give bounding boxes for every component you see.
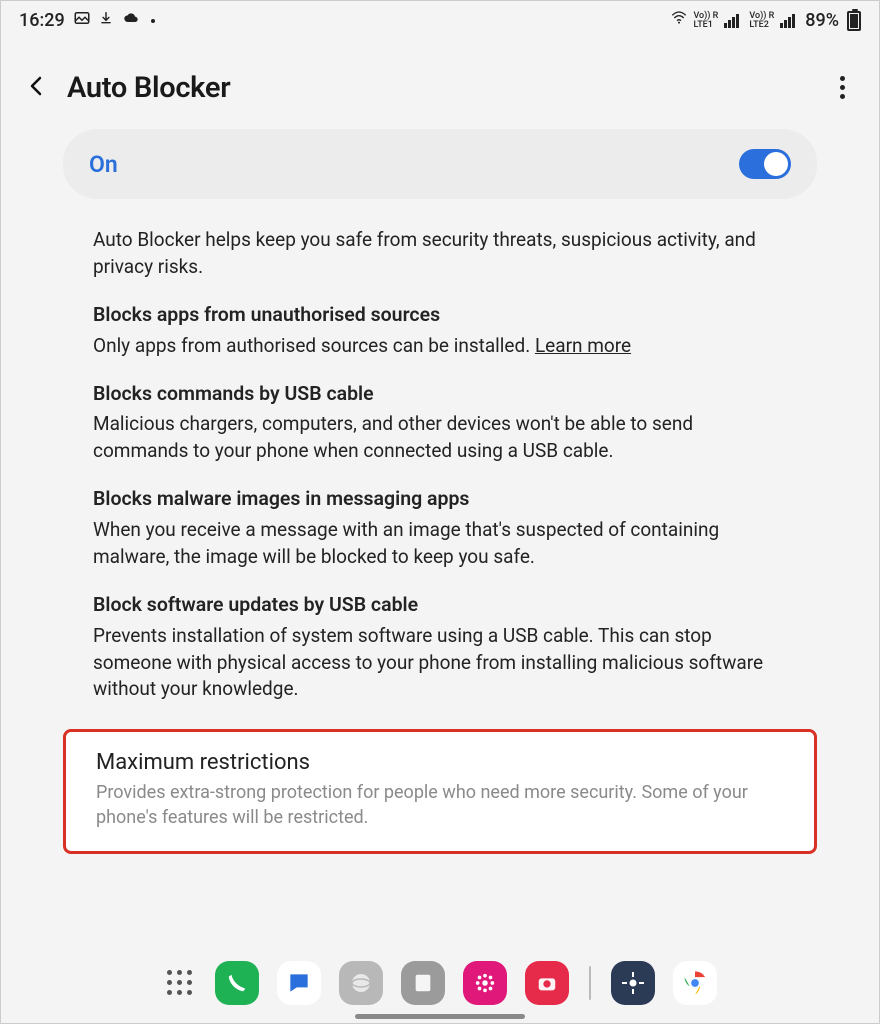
feature-block-usb-updates: Block software updates by USB cable Prev… — [29, 571, 851, 704]
feature-block-malware-images: Blocks malware images in messaging apps … — [29, 465, 851, 571]
battery-icon — [847, 11, 861, 31]
feature-title: Blocks apps from unauthorised sources — [93, 301, 787, 329]
feature-block-unauthorised-apps: Blocks apps from unauthorised sources On… — [29, 281, 851, 360]
lte1-indicator: Vo)) RLTE1 — [693, 12, 718, 30]
header: Auto Blocker — [1, 36, 879, 119]
feature-body: Malicious chargers, computers, and other… — [93, 411, 787, 465]
settings-app-icon[interactable] — [611, 961, 655, 1005]
app-drawer-icon[interactable] — [163, 966, 197, 1000]
feature-title: Block software updates by USB cable — [93, 591, 787, 619]
toggle-switch[interactable] — [739, 149, 791, 179]
download-icon — [99, 10, 113, 31]
image-icon — [73, 9, 91, 32]
cloud-icon — [121, 10, 141, 31]
back-icon[interactable] — [25, 74, 49, 102]
lte2-indicator: Vo)) RLTE2 — [749, 12, 774, 30]
status-bar: 16:29 Vo)) RLTE1 Vo)) RLTE2 89% — [1, 1, 879, 36]
more-options-icon[interactable] — [834, 70, 851, 105]
intro-description: Auto Blocker helps keep you safe from se… — [29, 199, 851, 281]
home-indicator[interactable] — [355, 1014, 525, 1019]
gallery-app-icon[interactable] — [463, 961, 507, 1005]
dock — [1, 961, 879, 1005]
status-right: Vo)) RLTE1 Vo)) RLTE2 89% — [669, 10, 861, 31]
status-time: 16:29 — [19, 10, 65, 31]
camera-app-icon[interactable] — [525, 961, 569, 1005]
master-toggle-row[interactable]: On — [63, 129, 817, 199]
status-left: 16:29 — [19, 9, 155, 32]
notes-app-icon[interactable] — [401, 961, 445, 1005]
feature-title: Blocks malware images in messaging apps — [93, 485, 787, 513]
maximum-restrictions-row[interactable]: Maximum restrictions Provides extra-stro… — [63, 729, 817, 854]
chrome-app-icon[interactable] — [673, 961, 717, 1005]
content: On Auto Blocker helps keep you safe from… — [1, 129, 879, 854]
phone-app-icon[interactable] — [215, 961, 259, 1005]
feature-body: Prevents installation of system software… — [93, 623, 787, 704]
messages-app-icon[interactable] — [277, 961, 321, 1005]
feature-body: Only apps from authorised sources can be… — [93, 333, 787, 360]
wifi-icon — [669, 10, 689, 31]
max-restrictions-desc: Provides extra-strong protection for peo… — [96, 781, 784, 831]
learn-more-link[interactable]: Learn more — [535, 334, 631, 357]
page-title: Auto Blocker — [67, 71, 230, 105]
signal-bars-2 — [780, 14, 795, 28]
feature-title: Blocks commands by USB cable — [93, 380, 787, 408]
signal-bars-1 — [724, 14, 739, 28]
max-restrictions-title: Maximum restrictions — [96, 750, 784, 775]
feature-block-usb-commands: Blocks commands by USB cable Malicious c… — [29, 360, 851, 466]
battery-percent: 89% — [805, 10, 839, 31]
toggle-label: On — [89, 151, 118, 178]
internet-app-icon[interactable] — [339, 961, 383, 1005]
dot-icon — [151, 19, 155, 23]
dock-separator — [589, 966, 591, 1000]
feature-body: When you receive a message with an image… — [93, 517, 787, 571]
